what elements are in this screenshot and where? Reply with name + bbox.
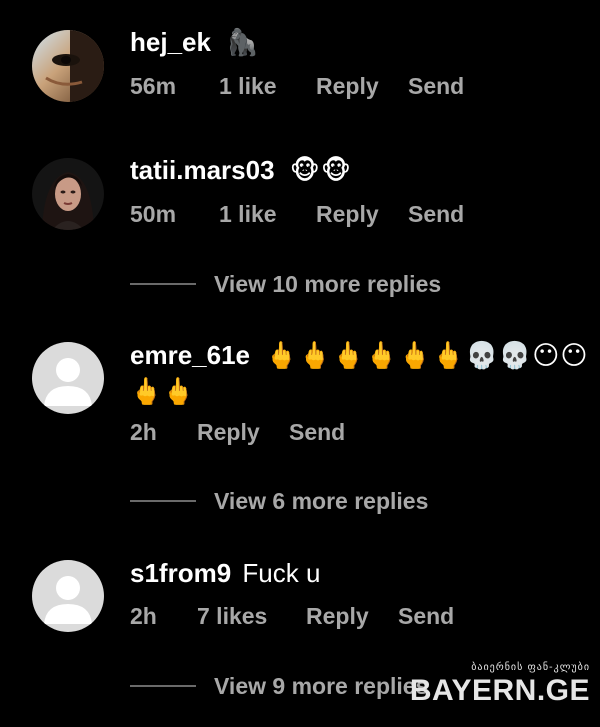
timestamp: 50m	[130, 201, 177, 227]
comment-text: 🦍	[226, 27, 260, 57]
send-button[interactable]: Send	[289, 418, 345, 446]
send-button[interactable]: Send	[398, 602, 454, 630]
divider	[130, 500, 196, 502]
avatar[interactable]	[32, 560, 104, 632]
comment-header: tatii.mars03 🐵🐵	[130, 155, 352, 185]
watermark-subtitle: ბაიერნის ფან-კლუბი	[471, 662, 590, 673]
watermark-title: BAYERN.GE	[409, 674, 590, 707]
view-more-replies-label: View 10 more replies	[214, 270, 442, 297]
comment-text: 🖕🖕🖕🖕🖕🖕💀💀😶😶	[265, 340, 589, 370]
comment-meta: 2h 7 likes Reply Send	[130, 602, 454, 630]
avatar-photo-icon	[32, 30, 104, 102]
avatar[interactable]	[32, 342, 104, 414]
username[interactable]: tatii.mars03	[130, 155, 275, 185]
reply-button[interactable]: Reply	[316, 72, 408, 100]
like-count[interactable]: 7 likes	[197, 602, 306, 630]
default-avatar-icon	[32, 342, 104, 414]
reply-button[interactable]: Reply	[197, 418, 289, 446]
comment-header: s1from9 Fuck u	[130, 558, 320, 588]
avatar[interactable]	[32, 30, 104, 102]
comment-meta: 2h Reply Send	[130, 418, 345, 446]
comment-text: Fuck u	[242, 558, 321, 588]
timestamp: 2h	[130, 603, 157, 629]
avatar[interactable]	[32, 158, 104, 230]
like-count[interactable]: 1 like	[219, 200, 316, 228]
comment-text: 🐵🐵	[289, 155, 352, 185]
reply-button[interactable]: Reply	[316, 200, 408, 228]
view-more-replies-button[interactable]: View 6 more replies	[130, 486, 428, 516]
comment-text-continued: 🖕🖕	[130, 376, 195, 406]
comment-header: hej_ek 🦍	[130, 27, 260, 57]
timestamp: 2h	[130, 419, 157, 445]
reply-button[interactable]: Reply	[306, 602, 398, 630]
send-button[interactable]: Send	[408, 72, 464, 100]
username[interactable]: hej_ek	[130, 27, 211, 57]
comment-header: emre_61e 🖕🖕🖕🖕🖕🖕💀💀😶😶	[130, 340, 588, 370]
divider	[130, 685, 196, 687]
default-avatar-icon	[32, 560, 104, 632]
comment-meta: 56m 1 like Reply Send	[130, 72, 464, 100]
watermark-logo: ბაიერნის ფან-კლუბი BAYERN.GE	[410, 662, 590, 708]
avatar-photo-icon	[32, 158, 104, 230]
view-more-replies-label: View 6 more replies	[214, 487, 429, 514]
send-button[interactable]: Send	[408, 200, 464, 228]
timestamp: 56m	[130, 73, 177, 99]
username[interactable]: s1from9	[130, 558, 231, 588]
username[interactable]: emre_61e	[130, 340, 250, 370]
view-more-replies-label: View 9 more replies	[214, 672, 429, 699]
view-more-replies-button[interactable]: View 9 more replies	[130, 671, 428, 701]
like-count[interactable]: 1 like	[219, 72, 316, 100]
comment-meta: 50m 1 like Reply Send	[130, 200, 464, 228]
divider	[130, 283, 196, 285]
view-more-replies-button[interactable]: View 10 more replies	[130, 269, 441, 299]
